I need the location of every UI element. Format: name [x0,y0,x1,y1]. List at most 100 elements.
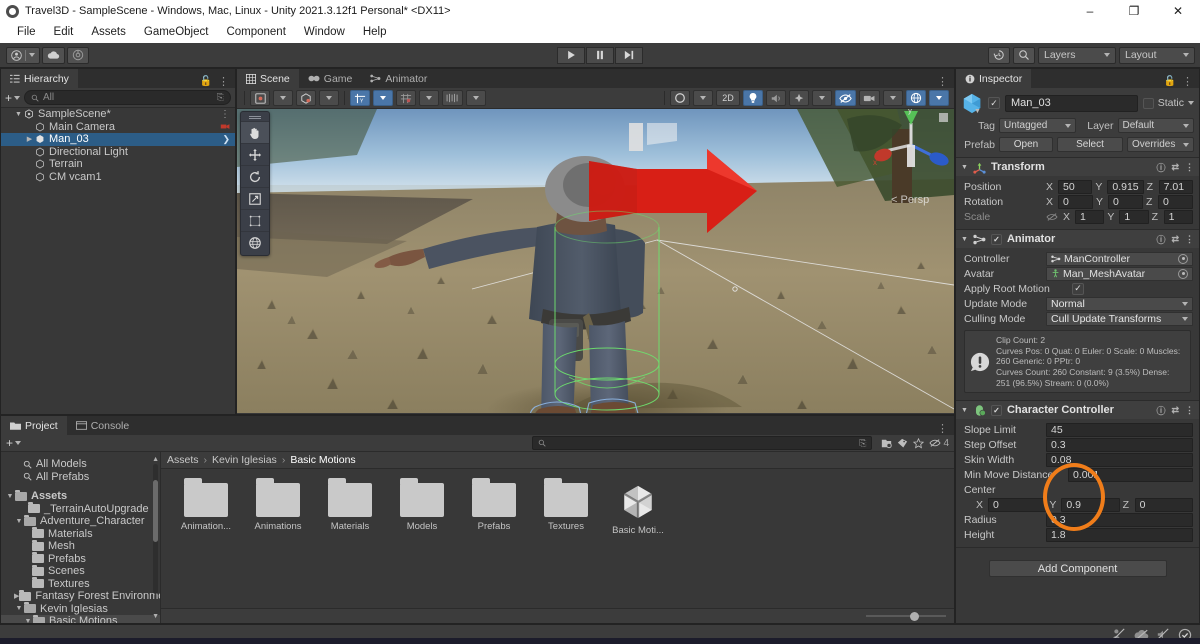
asset-item[interactable]: Animations [249,478,307,536]
menu-gameobject[interactable]: GameObject [135,22,218,43]
scene-camera-mode-dropdown[interactable] [693,90,713,106]
search-icon[interactable] [1013,46,1035,64]
chevron-down-icon[interactable]: ▼ [23,618,33,623]
animator-enabled-checkbox[interactable]: ✓ [990,233,1002,245]
add-component-button[interactable]: Add Component [988,560,1167,578]
cloud-icon[interactable] [42,46,65,64]
layers-dropdown[interactable]: Layers [1038,46,1116,64]
shading-mode-button[interactable] [250,90,270,106]
chevron-down-icon[interactable]: ▼ [14,605,24,612]
collab-icon[interactable] [67,46,89,64]
filter-type-icon[interactable] [881,438,893,449]
menu-window[interactable]: Window [295,22,354,43]
asset-item[interactable]: Models [393,478,451,536]
preset-icon[interactable]: ⇄ [1171,405,1179,416]
tab-animator[interactable]: Animator [361,69,436,88]
hierarchy-row-cm-vcam1[interactable]: CM vcam1 [1,171,235,184]
component-header[interactable]: ▼ ✓ Character Controller ⓘ ⇄ ⋮ [956,401,1199,420]
preset-icon[interactable]: ⇄ [1171,162,1179,173]
rotation-x-input[interactable]: 0 [1058,194,1093,209]
update-mode-dropdown[interactable]: Normal [1046,296,1193,311]
scene-visibility-icon[interactable] [835,90,856,106]
gizmos-icon[interactable] [906,90,926,106]
scroll-down-arrow-icon[interactable]: ▼ [152,613,159,620]
menu-component[interactable]: Component [217,22,294,43]
palette-drag-handle[interactable] [241,114,269,121]
position-x-input[interactable]: 50 [1058,179,1093,194]
project-tree-scrollbar[interactable] [153,464,158,594]
project-search-input[interactable]: ⎘ [532,436,873,450]
filter-label-icon[interactable] [897,438,908,449]
position-z-input[interactable]: 7.01 [1158,179,1193,194]
project-tree-textures[interactable]: Textures [1,577,160,591]
favorites-star-icon[interactable] [913,437,925,449]
radius-input[interactable]: 0.3 [1046,512,1193,527]
skin-width-input[interactable]: 0.08 [1046,452,1193,467]
avatar-object-field[interactable]: Man_MeshAvatar [1046,266,1193,281]
step-button[interactable] [615,46,643,64]
hidden-count-badge[interactable]: 4 [929,438,949,449]
asset-item[interactable]: Prefabs [465,478,523,536]
project-tree-terrainautoupgrade[interactable]: _TerrainAutoUpgrade [1,502,160,516]
lock-icon[interactable]: 🔓 [200,76,212,87]
position-y-input[interactable]: 0.915 [1107,179,1144,194]
hierarchy-row-man-03[interactable]: ▶ Man_03 ❯ [1,133,235,146]
search-filter-icon[interactable]: ⎘ [217,92,224,103]
menu-edit[interactable]: Edit [45,22,83,43]
scene-camera-dropdown[interactable] [883,90,903,106]
center-y-input[interactable]: 0.9 [1061,497,1120,512]
project-tree-scenes[interactable]: Scenes [1,564,160,578]
character-controller-enabled-checkbox[interactable]: ✓ [990,404,1002,416]
asset-size-slider[interactable] [866,611,946,621]
hierarchy-row-samplescene[interactable]: ▼ SampleScene* ⋮ [1,108,235,121]
gameobject-enabled-checkbox[interactable]: ✓ [988,97,1000,109]
play-button[interactable] [557,46,585,64]
draw-mode-button[interactable] [296,90,316,106]
tab-inspector[interactable]: Inspector [956,69,1032,88]
row-menu-icon[interactable]: ⋮ [220,109,235,120]
chevron-down-icon[interactable]: ▼ [961,164,968,171]
search-save-icon[interactable]: ⎘ [859,438,866,449]
panel-menu-icon[interactable]: ⋮ [937,422,948,435]
snap-button[interactable] [396,90,416,106]
chevron-down-icon[interactable]: ▼ [961,236,968,243]
gameobject-name-input[interactable]: Man_03 [1005,94,1138,112]
breadcrumb-basic-motions[interactable]: Basic Motions [290,454,355,466]
project-add-button[interactable]: + [6,436,22,450]
step-offset-input[interactable]: 0.3 [1046,437,1193,452]
layout-dropdown[interactable]: Layout [1119,46,1195,64]
chevron-right-icon[interactable]: ▶ [24,135,35,143]
panel-menu-icon[interactable]: ⋮ [937,75,948,88]
breadcrumb-assets[interactable]: Assets [167,454,199,466]
grid-dropdown[interactable] [373,90,393,106]
culling-mode-dropdown[interactable]: Cull Update Transforms [1046,311,1193,326]
scale-x-input[interactable]: 1 [1075,209,1105,224]
tag-dropdown[interactable]: Untagged [999,118,1076,133]
chevron-down-icon[interactable] [1188,101,1194,105]
move-tool-button[interactable] [241,143,269,165]
chevron-down-icon[interactable]: ▼ [13,111,24,118]
grid-snapping-dropdown[interactable] [466,90,486,106]
component-menu-icon[interactable]: ⋮ [1185,234,1194,245]
center-z-input[interactable]: 0 [1134,497,1193,512]
project-tree-materials[interactable]: Materials [1,527,160,541]
scale-z-input[interactable]: 1 [1163,209,1193,224]
account-icon[interactable] [6,46,40,64]
object-picker-icon[interactable] [1178,268,1188,279]
asset-item[interactable]: Materials [321,478,379,536]
hierarchy-search-input[interactable]: All ⎘ [24,90,231,105]
hierarchy-add-button[interactable]: + [5,91,21,105]
scale-y-input[interactable]: 1 [1119,209,1149,224]
static-toggle[interactable]: Static [1142,97,1194,109]
constrain-proportions-off-icon[interactable] [1046,212,1058,222]
draw-mode-dropdown[interactable] [319,90,339,106]
scene-camera-mode-button[interactable] [670,90,690,106]
component-header[interactable]: ▼ ✓ Animator ⓘ ⇄ ⋮ [956,230,1199,248]
hierarchy-row-main-camera[interactable]: Main Camera [1,121,235,134]
project-tree-fantasy-forest[interactable]: ▶ Fantasy Forest Environme [1,589,160,603]
gizmos-dropdown[interactable] [929,90,949,106]
help-icon[interactable]: ⓘ [1156,404,1165,417]
scene-camera-icon[interactable] [859,90,880,106]
center-x-input[interactable]: 0 [988,497,1047,512]
undo-history-icon[interactable] [988,46,1010,64]
